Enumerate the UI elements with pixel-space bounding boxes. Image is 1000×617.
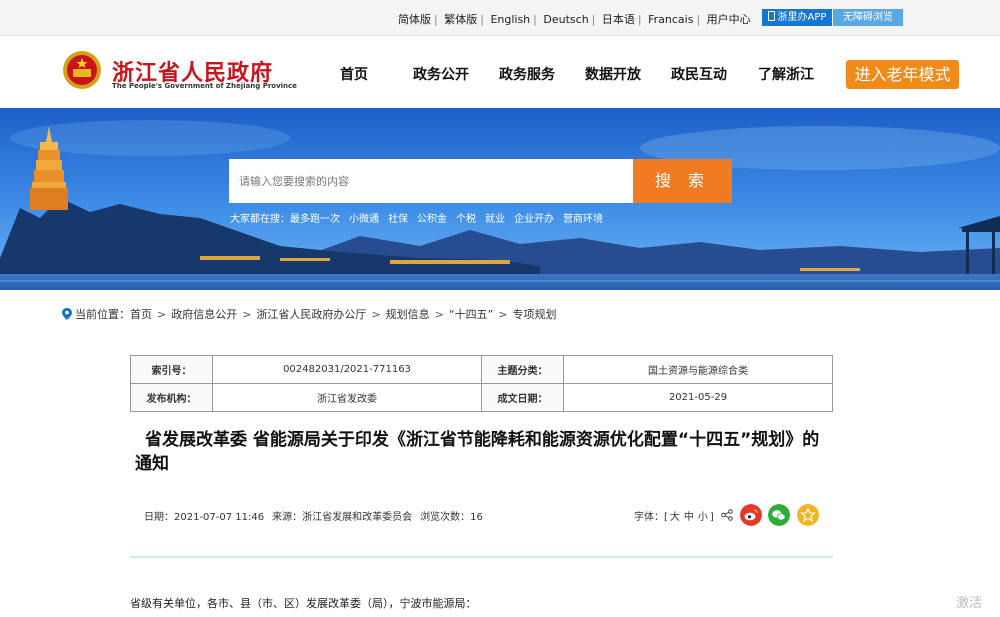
font-size-small[interactable]: 小 (698, 512, 708, 523)
table-row: 发布机构： 浙江省发改委 成文日期： 2021-05-29 (130, 383, 833, 412)
nav-home[interactable]: 首页 (340, 64, 368, 84)
hot-search-label: 大家都在搜： (230, 214, 290, 225)
chevron-right-icon: > (242, 308, 252, 321)
hot-keyword[interactable]: 营商环境 (563, 214, 603, 225)
wechat-share-icon[interactable] (768, 504, 790, 526)
date-label: 成文日期： (481, 383, 564, 412)
location-pin-icon (62, 308, 72, 320)
hot-keyword[interactable]: 个税 (456, 214, 476, 225)
zheliban-app-button[interactable]: 浙里办APP (762, 9, 832, 26)
breadcrumb-14th-five-year[interactable]: “十四五” (449, 308, 493, 321)
breadcrumb-home[interactable]: 首页 (130, 308, 152, 321)
article-source: 来源：浙江省发展和改革委员会 (272, 512, 413, 523)
nav-government-affairs-public[interactable]: 政务公开 (413, 64, 469, 84)
publish-date: 日期：2021-07-07 11:46 (144, 512, 265, 523)
search-input[interactable] (229, 159, 633, 203)
publisher-value: 浙江省发改委 (212, 383, 482, 412)
phone-icon (767, 11, 775, 21)
font-size-large[interactable]: 大 (670, 512, 680, 523)
lang-traditional[interactable]: 繁体版 (444, 13, 477, 26)
hero-banner: 搜 索 大家都在搜：最多跑一次小微通社保公积金个税就业企业开办营商环境 (0, 108, 1000, 290)
user-center-link[interactable]: 用户中心 (707, 13, 751, 26)
hot-keyword[interactable]: 最多跑一次 (290, 214, 340, 225)
font-size-close: ] (709, 512, 714, 523)
breadcrumb-label: 当前位置： (75, 308, 130, 321)
system-watermark: 激活 (956, 596, 983, 611)
elderly-mode-button[interactable]: 进入老年模式 (846, 60, 959, 89)
view-count: 浏览次数：16 (420, 512, 483, 523)
separator: | (533, 13, 537, 26)
font-size-control: 字体：[大中小] (634, 508, 714, 523)
breadcrumb: 当前位置：首页 > 政府信息公开 > 浙江省人民政府办公厅 > 规划信息 > “十四五” > 专项规… (62, 306, 557, 322)
site-header: 浙江省人民政府 The People's Government of Zheji… (0, 36, 1000, 108)
top-utility-bar: 简体版 | 繁体版 | English | Deutsch | 日本语 | Francai… (0, 0, 1000, 36)
article-body-first-line: 省级有关单位，各市、县（市、区）发展改革委（局），宁波市能源局： (130, 597, 477, 610)
lang-simplified[interactable]: 简体版 (398, 13, 431, 26)
language-switcher: 简体版 | 繁体版 | English | Deutsch | 日本语 | Francai… (398, 11, 751, 27)
app-label: 浙里办APP (777, 12, 827, 23)
nav-open-data[interactable]: 数据开放 (585, 64, 641, 84)
chevron-right-icon: > (157, 308, 167, 321)
nav-public-interaction[interactable]: 政民互动 (671, 64, 727, 84)
lang-francais[interactable]: Francais (648, 13, 693, 26)
lang-japanese[interactable]: 日本语 (602, 13, 635, 26)
publisher-label: 发布机构： (130, 383, 213, 412)
share-icon[interactable] (721, 509, 733, 521)
table-row: 索引号： 002482031/2021-771163 主题分类： 国土资源与能源… (130, 355, 833, 384)
index-label: 索引号： (130, 355, 213, 384)
nav-government-services[interactable]: 政务服务 (499, 64, 555, 84)
separator: | (696, 13, 701, 26)
font-size-label: 字体：[ (634, 512, 668, 523)
separator: | (434, 13, 438, 26)
category-value: 国土资源与能源综合类 (563, 355, 833, 384)
separator: | (591, 13, 596, 26)
hot-keyword[interactable]: 小微通 (349, 214, 379, 225)
weibo-share-icon[interactable] (740, 504, 762, 526)
article-title: 省发展改革委 省能源局关于印发《浙江省节能降耗和能源资源优化配置“十四五”规划》… (135, 430, 820, 474)
hot-searches: 大家都在搜：最多跑一次 小微通 社保 公积金 个税 就业 企业开办 营商环境 (230, 210, 612, 225)
search-button[interactable]: 搜 索 (633, 159, 732, 203)
hot-keyword[interactable]: 企业开办 (514, 214, 554, 225)
breadcrumb-general-office[interactable]: 浙江省人民政府办公厅 (256, 308, 366, 321)
breadcrumb-gov-info[interactable]: 政府信息公开 (171, 308, 237, 321)
hot-keyword[interactable]: 公积金 (417, 214, 447, 225)
national-emblem-icon (63, 51, 101, 89)
chevron-right-icon: > (434, 308, 444, 321)
separator: | (637, 13, 642, 26)
font-size-medium[interactable]: 中 (684, 512, 694, 523)
document-metadata-table: 索引号： 002482031/2021-771163 主题分类： 国土资源与能源… (130, 355, 833, 412)
favorite-star-icon[interactable] (797, 504, 819, 526)
accessible-browsing-button[interactable]: 无障碍浏览 (833, 9, 903, 26)
lang-deutsch[interactable]: Deutsch (543, 13, 588, 26)
hot-keyword[interactable]: 社保 (388, 214, 408, 225)
content-divider (130, 556, 833, 558)
breadcrumb-planning-info[interactable]: 规划信息 (386, 308, 430, 321)
lang-english[interactable]: English (490, 13, 530, 26)
date-value: 2021-05-29 (563, 383, 833, 412)
category-label: 主题分类： (481, 355, 564, 384)
article-info: 日期：2021-07-07 11:46 来源：浙江省发展和改革委员会 浏览次数：16 (144, 508, 491, 523)
chevron-right-icon: > (498, 308, 508, 321)
separator: | (480, 13, 484, 26)
index-value: 002482031/2021-771163 (212, 355, 482, 384)
breadcrumb-special-planning[interactable]: 专项规划 (513, 308, 557, 321)
nav-about-zhejiang[interactable]: 了解浙江 (758, 64, 814, 84)
site-subtitle: The People's Government of Zhejiang Prov… (112, 82, 297, 90)
chevron-right-icon: > (371, 308, 381, 321)
hot-keyword[interactable]: 就业 (485, 214, 505, 225)
